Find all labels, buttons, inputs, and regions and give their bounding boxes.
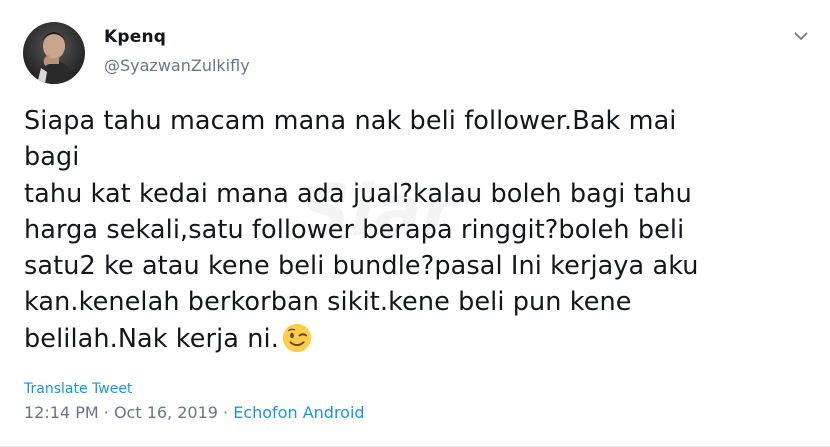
tweet-date[interactable]: Oct 16, 2019 bbox=[114, 403, 218, 422]
tweet-meta: 12:14 PM · Oct 16, 2019 · Echofon Androi… bbox=[24, 403, 365, 422]
tweet-line: Siapa tahu macam mana nak beli follower.… bbox=[24, 106, 677, 173]
avatar[interactable] bbox=[23, 22, 85, 84]
tweet-card: Siar Kpenq @SyazwanZulkifly Siapa tahu m… bbox=[0, 0, 830, 447]
author-name[interactable]: Kpenq bbox=[104, 27, 166, 47]
tweet-line: belilah.Nak kerja ni. bbox=[24, 323, 279, 354]
chevron-down-icon[interactable] bbox=[789, 24, 813, 48]
tweet-text: Siapa tahu macam mana nak beli follower.… bbox=[24, 103, 724, 357]
author-handle[interactable]: @SyazwanZulkifly bbox=[104, 56, 250, 75]
tweet-line: satu2 ke atau kene beli bundle?pasal Ini… bbox=[24, 251, 699, 282]
winking-face-icon bbox=[282, 323, 312, 352]
meta-separator: · bbox=[223, 403, 229, 422]
tweet-source-link[interactable]: Echofon Android bbox=[233, 403, 364, 422]
tweet-line: kan.kenelah berkorban sikit.kene beli pu… bbox=[24, 287, 632, 318]
meta-separator: · bbox=[103, 403, 109, 422]
avatar-image bbox=[23, 22, 85, 84]
translate-tweet-link[interactable]: Translate Tweet bbox=[24, 381, 132, 397]
tweet-line: harga sekali,satu follower berapa ringgi… bbox=[24, 214, 685, 245]
tweet-line: tahu kat kedai mana ada jual?kalau boleh… bbox=[24, 178, 692, 209]
tweet-time[interactable]: 12:14 PM bbox=[24, 403, 99, 422]
